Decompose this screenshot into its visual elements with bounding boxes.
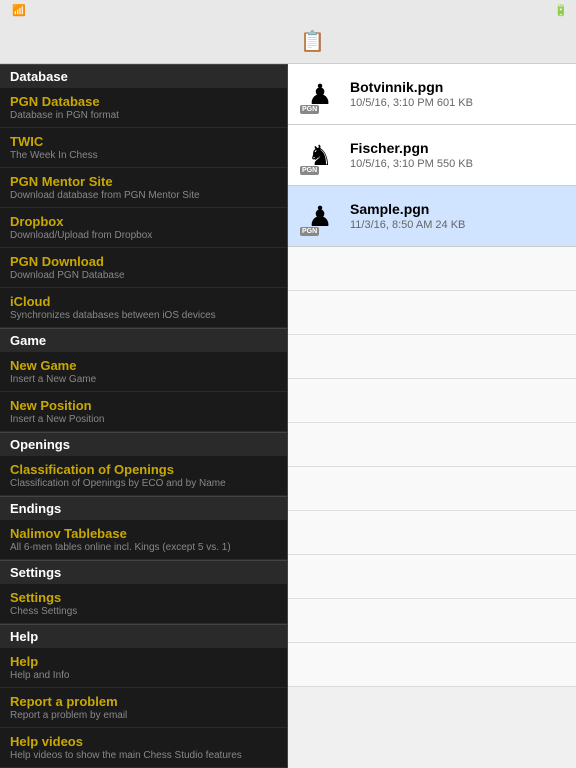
title-right: 📋 [288,29,576,54]
menu-item-title: Help [10,654,277,669]
menu-item-title: New Position [10,398,277,413]
menu-item-title: PGN Mentor Site [10,174,277,189]
file-panel: ♟PGN Botvinnik.pgn 10/5/16, 3:10 PM 601 KB… [288,64,576,768]
section-header-help: Help [0,624,287,648]
file-item-botvinnik-pgn[interactable]: ♟PGN Botvinnik.pgn 10/5/16, 3:10 PM 601 KB [288,64,576,125]
file-icon: 📋 [300,29,325,54]
section-header-database: Database [0,64,287,88]
menu-item-title: PGN Download [10,254,277,269]
file-name: Fischer.pgn [350,140,566,156]
menu-item-pgn-mentor-site[interactable]: PGN Mentor SiteDownload database from PG… [0,168,287,208]
file-info: Sample.pgn 11/3/16, 8:50 AM 24 KB [342,201,566,231]
file-empty-row [288,247,576,291]
menu-item-subtitle: Chess Settings [10,606,277,617]
file-empty-row [288,423,576,467]
menu-item-title: Dropbox [10,214,277,229]
file-info: Fischer.pgn 10/5/16, 3:10 PM 550 KB [342,140,566,170]
status-left: 📶 [8,4,26,17]
menu-item-subtitle: Download/Upload from Dropbox [10,230,277,241]
section-header-endings: Endings [0,496,287,520]
menu-item-twic[interactable]: TWICThe Week In Chess [0,128,287,168]
section-header-settings: Settings [0,560,287,584]
menu-item-subtitle: Download PGN Database [10,270,277,281]
section-header-game: Game [0,328,287,352]
menu-item-title: Classification of Openings [10,462,277,477]
menu-item-subtitle: Synchronizes databases between iOS devic… [10,310,277,321]
menu-item-title: PGN Database [10,94,277,109]
file-name: Sample.pgn [350,201,566,217]
file-icon-container: ♞PGN [298,133,342,177]
menu-item-subtitle: Insert a New Game [10,374,277,385]
file-empty-row [288,291,576,335]
menu-item-help-videos[interactable]: Help videosHelp videos to show the main … [0,728,287,768]
file-empty-row [288,511,576,555]
file-empty-row [288,555,576,599]
file-empty-row [288,643,576,687]
file-icon-container: ♟PGN [298,72,342,116]
menu-item-title: New Game [10,358,277,373]
title-bar: 📋 [0,20,576,64]
battery-icon: 🔋 [554,4,568,17]
menu-item-subtitle: Database in PGN format [10,110,277,121]
pgn-badge: PGN [300,105,319,114]
file-meta: 11/3/16, 8:50 AM 24 KB [350,219,566,231]
menu-item-pgn-database[interactable]: PGN DatabaseDatabase in PGN format [0,88,287,128]
menu-item-pgn-download[interactable]: PGN DownloadDownload PGN Database [0,248,287,288]
menu-panel: DatabasePGN DatabaseDatabase in PGN form… [0,64,288,768]
file-icon-container: ♟PGN [298,194,342,238]
file-item-sample-pgn[interactable]: ♟PGN Sample.pgn 11/3/16, 8:50 AM 24 KB [288,186,576,247]
file-empty-row [288,379,576,423]
menu-item-report-a-problem[interactable]: Report a problemReport a problem by emai… [0,688,287,728]
menu-item-title: Nalimov Tablebase [10,526,277,541]
menu-item-subtitle: All 6-men tables online incl. Kings (exc… [10,542,277,553]
menu-item-subtitle: Classification of Openings by ECO and by… [10,478,277,489]
menu-item-new-position[interactable]: New PositionInsert a New Position [0,392,287,432]
file-empty-row [288,467,576,511]
menu-item-subtitle: Help and Info [10,670,277,681]
menu-item-title: Report a problem [10,694,277,709]
pgn-badge: PGN [300,227,319,236]
main-content: DatabasePGN DatabaseDatabase in PGN form… [0,64,576,768]
menu-item-title: iCloud [10,294,277,309]
menu-item-help[interactable]: HelpHelp and Info [0,648,287,688]
file-name: Botvinnik.pgn [350,79,566,95]
file-info: Botvinnik.pgn 10/5/16, 3:10 PM 601 KB [342,79,566,109]
file-meta: 10/5/16, 3:10 PM 601 KB [350,97,566,109]
menu-item-title: Settings [10,590,277,605]
status-bar: 📶 🔋 [0,0,576,20]
menu-item-dropbox[interactable]: DropboxDownload/Upload from Dropbox [0,208,287,248]
file-meta: 10/5/16, 3:10 PM 550 KB [350,158,566,170]
file-item-fischer-pgn[interactable]: ♞PGN Fischer.pgn 10/5/16, 3:10 PM 550 KB [288,125,576,186]
status-right: 🔋 [550,4,568,17]
menu-item-nalimov-tablebase[interactable]: Nalimov TablebaseAll 6-men tables online… [0,520,287,560]
menu-item-subtitle: Report a problem by email [10,710,277,721]
menu-item-settings[interactable]: SettingsChess Settings [0,584,287,624]
pgn-badge: PGN [300,166,319,175]
wifi-icon: 📶 [12,4,26,17]
menu-item-new-game[interactable]: New GameInsert a New Game [0,352,287,392]
file-empty-row [288,599,576,643]
menu-item-title: Help videos [10,734,277,749]
menu-item-subtitle: Download database from PGN Mentor Site [10,190,277,201]
menu-item-subtitle: Insert a New Position [10,414,277,425]
file-empty-row [288,335,576,379]
menu-item-classification-of-openings[interactable]: Classification of OpeningsClassification… [0,456,287,496]
menu-item-title: TWIC [10,134,277,149]
section-header-openings: Openings [0,432,287,456]
menu-item-icloud[interactable]: iCloudSynchronizes databases between iOS… [0,288,287,328]
menu-item-subtitle: Help videos to show the main Chess Studi… [10,750,277,761]
menu-item-subtitle: The Week In Chess [10,150,277,161]
